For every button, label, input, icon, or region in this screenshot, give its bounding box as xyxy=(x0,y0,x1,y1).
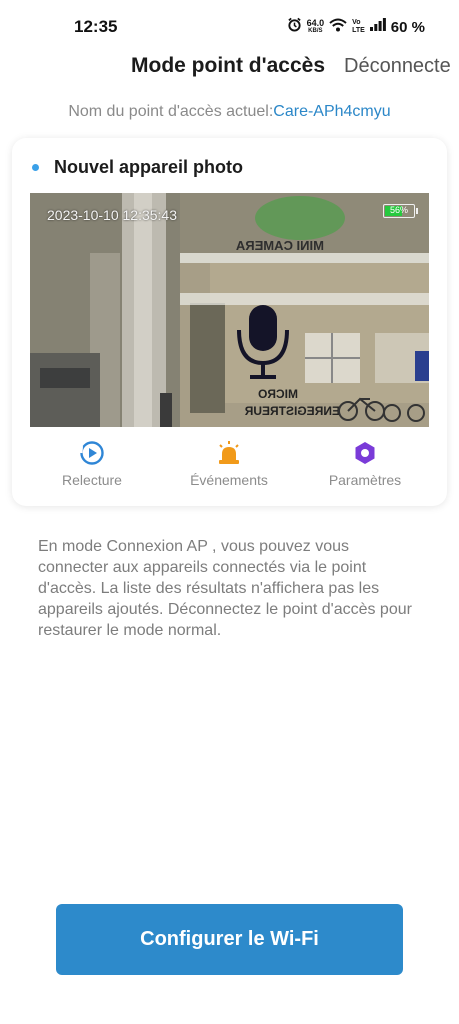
disconnect-button[interactable]: Déconnecte xyxy=(344,55,451,78)
alarm-clock-icon xyxy=(287,17,302,37)
camera-snapshot-image: MINI CAMERA MICRO ENREGISTREUR xyxy=(30,193,429,427)
access-point-name: Care-APh4cmyu xyxy=(273,103,391,120)
camera-preview[interactable]: MINI CAMERA MICRO ENREGISTREUR 2023-10-1… xyxy=(30,193,429,427)
status-time: 12:35 xyxy=(74,17,118,36)
configure-wifi-button[interactable]: Configurer le Wi-Fi xyxy=(56,904,403,975)
camera-battery-indicator: 56% xyxy=(383,204,418,218)
network-speed-value: 64.0 xyxy=(306,18,325,28)
page-title: Mode point d'accès xyxy=(131,54,326,77)
network-speed-unit: KB/S xyxy=(308,28,323,34)
camera-battery-text: 56% xyxy=(389,205,408,215)
device-header: Nouvel appareil photo xyxy=(32,157,243,178)
alarm-light-icon xyxy=(169,438,289,468)
sign-text-rec: ENREGISTREUR xyxy=(244,404,340,418)
access-point-label: Nom du point d'accès actuel: xyxy=(68,103,274,120)
status-icons: 64.0 KB/S Vo LTE 60 % xyxy=(287,17,425,37)
online-status-dot xyxy=(32,164,39,171)
network-speed: 64.0 KB/S xyxy=(307,19,325,35)
playback-icon xyxy=(32,438,152,468)
preview-timestamp: 2023-10-10 12:35:43 xyxy=(47,207,177,223)
sign-text-top: MINI CAMERA xyxy=(235,238,324,253)
battery-percent: 60 % xyxy=(390,18,425,36)
header: Mode point d'accès Déconnecte xyxy=(0,52,459,86)
sign-text-mic: MICRO xyxy=(258,387,298,401)
events-label: Événements xyxy=(190,472,268,488)
status-bar: 12:35 64.0 KB/S Vo LTE 60 % xyxy=(0,0,459,52)
device-card[interactable]: Nouvel appareil photo MINI CAMERA MICRO … xyxy=(12,138,447,506)
volte-indicator: Vo LTE xyxy=(352,19,365,35)
device-name: Nouvel appareil photo xyxy=(54,157,244,177)
settings-button[interactable]: Paramètres xyxy=(305,438,425,488)
events-button[interactable]: Événements xyxy=(169,438,289,488)
volte-top: Vo xyxy=(352,19,361,26)
volte-bottom: LTE xyxy=(352,27,365,34)
hexagon-settings-icon xyxy=(305,438,425,468)
device-actions: Relecture Événements Paramètres xyxy=(12,438,447,498)
ap-mode-info-text: En mode Connexion AP , vous pouvez vous … xyxy=(38,538,412,639)
playback-label: Relecture xyxy=(62,472,122,488)
access-point-info: Nom du point d'accès actuel:Care-APh4cmy… xyxy=(0,103,459,121)
wifi-signal-icon xyxy=(329,18,347,37)
playback-button[interactable]: Relecture xyxy=(32,438,152,488)
settings-label: Paramètres xyxy=(328,472,402,488)
app-screen: 12:35 64.0 KB/S Vo LTE 60 % Mode point d… xyxy=(0,0,459,1024)
cell-signal-icon xyxy=(369,18,386,36)
